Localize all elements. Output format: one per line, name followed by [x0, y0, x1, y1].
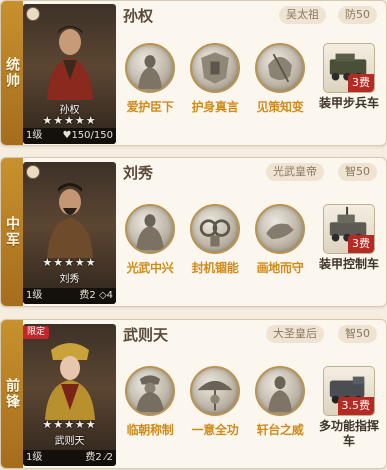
role-strip: 前锋 — [1, 320, 23, 468]
equipment-label: 装甲步兵车 — [319, 96, 380, 110]
vehicle-icon: 3.5费 — [323, 366, 375, 416]
general-figure — [45, 343, 95, 420]
cost-badge: 3.5费 — [337, 397, 374, 415]
equipment-label: 多功能指挥车 — [319, 419, 380, 448]
skill-3[interactable]: 画地而守 — [252, 204, 308, 276]
equipment-label: 装甲控制车 — [319, 257, 380, 271]
skill-2-label: 护身真言 — [191, 100, 239, 114]
role-label: 统帅 — [4, 57, 20, 89]
cost-badge: 3费 — [348, 235, 374, 253]
skill-1-icon — [125, 204, 175, 254]
portrait-name: 武则天 — [54, 436, 85, 447]
general-name: 刘秀 — [123, 164, 154, 182]
equipment-slot[interactable]: 3费 装甲步兵车 — [319, 43, 379, 111]
skill-3[interactable]: 轩台之威 — [252, 366, 308, 438]
skill-2-label: 一意全功 — [191, 423, 239, 437]
skill-2[interactable]: 护身真言 — [187, 43, 243, 115]
skill-3-icon — [255, 43, 305, 93]
swap-icon[interactable] — [26, 165, 40, 179]
general-card-wuzetian[interactable]: 前锋 限定 ★★★★★ 武则天 1级 费2 ⁄2 武则天 大圣皇后 智50 临朝… — [0, 319, 387, 469]
skill-2[interactable]: 封机锢能 — [187, 204, 243, 276]
title-tag: 光武皇帝 — [266, 163, 324, 181]
skill-2-icon — [190, 43, 240, 93]
skill-1-label: 爱护臣下 — [126, 100, 174, 114]
skill-2[interactable]: 一意全功 — [187, 366, 243, 438]
role-label: 前锋 — [4, 378, 20, 410]
skill-1-label: 临朝称制 — [126, 423, 174, 437]
skill-3-icon — [255, 204, 305, 254]
level-text: 1级 — [26, 452, 43, 463]
general-portrait[interactable]: 限定 ★★★★★ 武则天 1级 费2 ⁄2 — [23, 324, 116, 466]
vehicle-icon: 3费 — [323, 204, 375, 254]
general-card-sunquan[interactable]: 统帅 ★★★★★ 孙权 1级 ♥150/150 孙权 吴太祖 防50 爱护臣下 … — [0, 0, 387, 146]
skill-2-icon — [190, 204, 240, 254]
stat-tag: 智50 — [338, 163, 377, 181]
equipment-slot[interactable]: 3.5费 多功能指挥车 — [319, 366, 379, 449]
portrait-info-bar: 1级 费2 ⁄2 — [23, 450, 116, 466]
general-name: 孙权 — [123, 7, 154, 25]
star-rating: ★★★★★ — [42, 256, 97, 269]
skill-3-label: 画地而守 — [256, 261, 304, 275]
stat-tag: 防50 — [338, 6, 377, 24]
portrait-name: 刘秀 — [59, 274, 80, 285]
swap-icon[interactable] — [26, 7, 40, 21]
general-figure — [47, 26, 93, 100]
role-strip: 统帅 — [1, 1, 23, 145]
stat-tag: 智50 — [338, 325, 377, 343]
equipment-slot[interactable]: 3费 装甲控制车 — [319, 204, 379, 272]
general-figure — [47, 183, 93, 258]
level-text: 1级 — [26, 130, 43, 141]
role-label: 中军 — [4, 216, 20, 248]
skill-1-label: 光武中兴 — [126, 261, 174, 275]
portrait-info-bar: 1级 ♥150/150 — [23, 128, 116, 144]
skill-1-icon — [125, 43, 175, 93]
skill-2-label: 封机锢能 — [191, 261, 239, 275]
skill-3-label: 轩台之威 — [256, 423, 304, 437]
skill-1[interactable]: 光武中兴 — [122, 204, 178, 276]
level-text: 1级 — [26, 290, 43, 301]
cost-troops-text: 费2 ◇4 — [79, 290, 113, 301]
star-rating: ★★★★★ — [42, 418, 97, 431]
title-tag: 吴太祖 — [279, 6, 326, 24]
skill-3-label: 见策知变 — [256, 100, 304, 114]
skill-1[interactable]: 爱护臣下 — [122, 43, 178, 115]
portrait-name: 孙权 — [59, 105, 80, 116]
role-strip: 中军 — [1, 158, 23, 306]
health-text: ♥150/150 — [62, 130, 113, 141]
vehicle-icon: 3费 — [323, 43, 375, 93]
cost-badge: 3费 — [348, 74, 374, 92]
general-portrait[interactable]: ★★★★★ 刘秀 1级 费2 ◇4 — [23, 162, 116, 304]
portrait-info-bar: 1级 费2 ◇4 — [23, 288, 116, 304]
cost-troops-text: 费2 ⁄2 — [85, 452, 113, 463]
skill-3-icon — [255, 366, 305, 416]
title-tag: 大圣皇后 — [266, 325, 324, 343]
limited-badge: 限定 — [23, 326, 50, 339]
skill-1-icon — [125, 366, 175, 416]
general-name: 武则天 — [123, 326, 169, 344]
general-card-liuxiu[interactable]: 中军 ★★★★★ 刘秀 1级 费2 ◇4 刘秀 光武皇帝 智50 光武中兴 封机… — [0, 157, 387, 307]
skill-3[interactable]: 见策知变 — [252, 43, 308, 115]
skill-1[interactable]: 临朝称制 — [122, 366, 178, 438]
skill-2-icon — [190, 366, 240, 416]
general-portrait[interactable]: ★★★★★ 孙权 1级 ♥150/150 — [23, 4, 116, 144]
